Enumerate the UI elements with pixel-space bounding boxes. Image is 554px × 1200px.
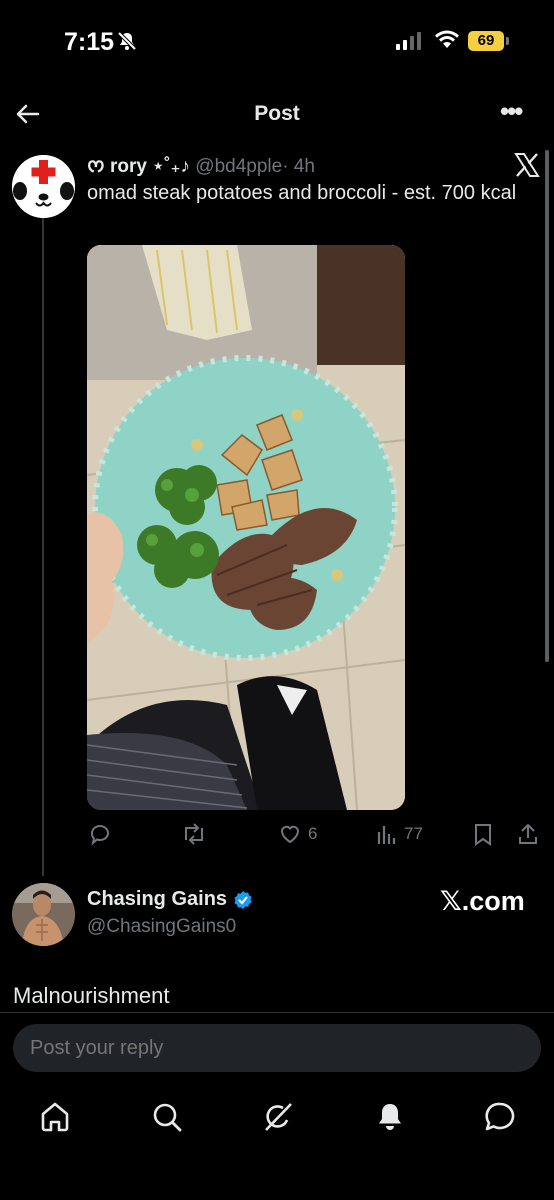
- cellular-signal-icon: [396, 32, 421, 50]
- scrollbar[interactable]: [545, 150, 549, 662]
- post-image[interactable]: [87, 245, 405, 810]
- author-name[interactable]: ᰔ rory ⋆˚₊♪: [87, 156, 190, 177]
- bookmark-icon: [475, 824, 491, 846]
- home-icon[interactable]: [38, 1100, 72, 1134]
- reply-icon: [90, 825, 109, 846]
- post-header: Post •••: [0, 88, 554, 140]
- status-bar: 7:15 69: [0, 0, 554, 80]
- reply-text: Malnourishment: [13, 983, 170, 1008]
- post-text: omad steak potatoes and broccoli - est. …: [87, 182, 517, 204]
- views-icon: [377, 826, 396, 844]
- reply-input[interactable]: [30, 1037, 510, 1060]
- like-button[interactable]: 6: [278, 822, 317, 846]
- reply-author-name: Chasing Gains: [87, 888, 228, 910]
- divider: [0, 1012, 554, 1013]
- brand-watermark: 𝕏.com: [440, 886, 525, 916]
- post-actions: 6 77: [0, 818, 554, 852]
- avatar[interactable]: [12, 883, 75, 946]
- share-icon: [519, 823, 537, 844]
- post-meta: ᰔ rory ⋆˚₊♪ @bd4pple· 4h: [87, 152, 315, 181]
- reply-handle[interactable]: @ChasingGains0: [87, 916, 236, 938]
- repost-button[interactable]: [180, 822, 208, 846]
- battery-nub: [506, 37, 509, 45]
- avatar[interactable]: [12, 155, 75, 218]
- search-icon[interactable]: [150, 1100, 184, 1134]
- views-button[interactable]: 77: [376, 822, 423, 846]
- reply-composer[interactable]: [13, 1024, 541, 1072]
- status-time: 7:15: [64, 28, 115, 56]
- home-indicator: [200, 1178, 354, 1183]
- grok-icon[interactable]: [261, 1100, 295, 1134]
- bottom-tab-bar: [0, 1092, 554, 1142]
- verified-icon: [234, 890, 252, 909]
- thread-connector: [42, 218, 44, 876]
- view-count: 77: [404, 824, 423, 843]
- bell-slash-icon: [117, 31, 137, 51]
- page-title: Post: [254, 102, 300, 125]
- bookmark-button[interactable]: [472, 822, 494, 846]
- messages-icon[interactable]: [483, 1100, 517, 1134]
- reply-author[interactable]: Chasing Gains: [87, 888, 253, 911]
- repost-icon: [185, 823, 203, 845]
- share-button[interactable]: [516, 822, 540, 846]
- author-handle[interactable]: @bd4pple: [195, 156, 282, 177]
- reply-button[interactable]: [88, 822, 112, 846]
- like-count: 6: [308, 824, 318, 843]
- x-logo-icon: [514, 153, 540, 177]
- battery-indicator: 69: [468, 31, 504, 51]
- wifi-icon: [435, 30, 459, 48]
- more-icon[interactable]: •••: [500, 98, 523, 124]
- post-time: · 4h: [282, 156, 315, 177]
- notifications-icon[interactable]: [373, 1100, 407, 1134]
- like-icon: [280, 825, 300, 844]
